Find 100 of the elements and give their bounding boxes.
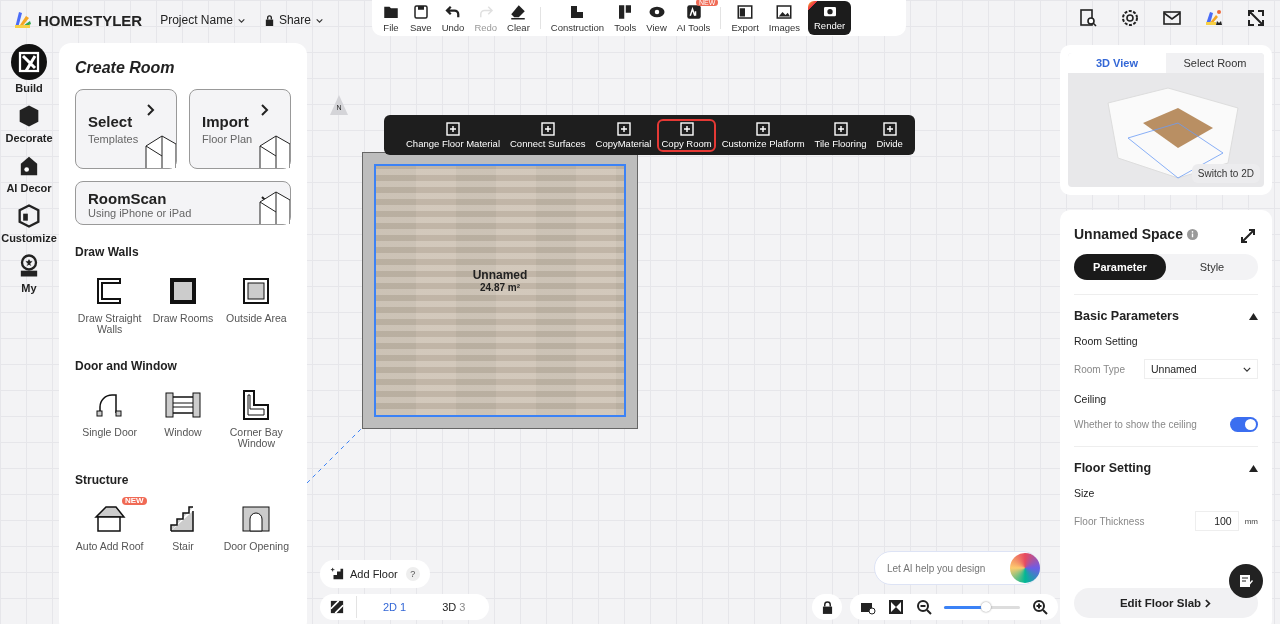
render-button[interactable]: Render: [808, 1, 852, 35]
section-title: Basic Parameters: [1074, 309, 1179, 323]
edit-floor-slab-button[interactable]: Edit Floor Slab: [1074, 588, 1258, 618]
room-name: Unnamed: [472, 268, 528, 282]
context-toolbar-button[interactable]: Divide: [872, 118, 907, 152]
tool-icon: [446, 121, 460, 136]
eraser-icon: [509, 3, 528, 21]
tool-item[interactable]: Outside Area: [221, 269, 291, 340]
context-toolbar-button[interactable]: Customize Platform: [717, 118, 809, 152]
preview-tab[interactable]: Select Room: [1166, 53, 1264, 73]
toolbar-button[interactable]: Export: [727, 3, 763, 33]
tool-item[interactable]: Draw Rooms: [148, 269, 218, 340]
zoom-slider[interactable]: [944, 605, 1020, 609]
ai-assistant-icon[interactable]: [1010, 553, 1040, 583]
save-icon: [411, 3, 430, 21]
brand-name: HOMESTYLER: [38, 11, 143, 29]
tool-icon: [756, 121, 771, 136]
collapse-icon[interactable]: [1249, 464, 1258, 472]
panel-title: Create Room: [75, 59, 176, 77]
settings-icon[interactable]: [1120, 8, 1140, 28]
nav-item[interactable]: AI Decor: [6, 152, 52, 194]
tool-item[interactable]: Window: [148, 383, 218, 454]
create-room-card[interactable]: Select Templates: [75, 89, 177, 169]
zoom-out-icon[interactable]: [916, 599, 932, 615]
toolbar-button[interactable]: Construction: [546, 3, 609, 33]
properties-tab[interactable]: Style: [1166, 254, 1258, 280]
export-icon: [736, 3, 755, 21]
expand-icon[interactable]: [1240, 228, 1256, 244]
share-button[interactable]: Share: [263, 13, 324, 27]
avatar-icon[interactable]: [1204, 8, 1224, 28]
note-pencil-icon: [1238, 573, 1254, 589]
context-toolbar-button[interactable]: Change Floor Material: [402, 118, 504, 152]
view-mode-tab[interactable]: 3D 3: [428, 601, 480, 613]
toolbar-button[interactable]: View: [642, 3, 671, 33]
room-area: 24.87 m²: [480, 282, 520, 293]
lock-icon[interactable]: [821, 600, 833, 614]
room-floor[interactable]: Unnamed 24.87 m²: [374, 164, 626, 417]
collapse-icon[interactable]: [1249, 312, 1258, 320]
preview-tab[interactable]: 3D View: [1068, 53, 1166, 73]
search-icon[interactable]: [1078, 8, 1098, 28]
field-label: Floor Thickness: [1074, 515, 1145, 527]
project-name-dropdown[interactable]: Project Name: [160, 13, 246, 27]
toolbar-button[interactable]: Save: [406, 3, 436, 33]
section-title: Draw Walls: [75, 245, 140, 259]
section-title: Floor Setting: [1074, 461, 1152, 475]
tool-item[interactable]: Corner Bay Window: [221, 383, 291, 454]
info-icon[interactable]: [1186, 228, 1198, 240]
tool-item[interactable]: NEW Auto Add Roof: [75, 497, 145, 557]
context-toolbar-button[interactable]: Connect Surfaces: [506, 118, 590, 152]
tool-icon: [882, 121, 897, 136]
tool-item[interactable]: Draw Straight Walls: [75, 269, 145, 340]
context-toolbar-button[interactable]: Copy Room: [657, 118, 716, 152]
room-walls[interactable]: Unnamed 24.87 m²: [362, 152, 638, 429]
nav-item[interactable]: Customize: [1, 202, 57, 244]
unit-label: mm: [1244, 516, 1258, 526]
switch-to-2d-button[interactable]: Switch to 2D: [1191, 164, 1260, 183]
help-button[interactable]: ?: [405, 567, 420, 581]
tool-item[interactable]: Stair: [148, 497, 218, 557]
field-label: Whether to show the ceiling: [1074, 419, 1197, 430]
zoom-in-icon[interactable]: [1032, 599, 1048, 615]
toolbar-button[interactable]: Undo: [437, 3, 469, 33]
setting-heading: Room Setting: [1074, 335, 1139, 347]
toolbar-button[interactable]: Clear: [503, 3, 534, 33]
room-type-select[interactable]: Unnamed: [1144, 359, 1258, 379]
tool-icon: [679, 121, 694, 136]
create-room-card[interactable]: Import Floor Plan: [189, 89, 291, 169]
tool-item[interactable]: Single Door: [75, 383, 145, 454]
stairs-plus-icon: [330, 567, 344, 581]
tool-icon: [616, 121, 631, 136]
tool-item[interactable]: Door Opening: [221, 497, 291, 557]
properties-tab[interactable]: Parameter: [1074, 254, 1166, 280]
nav-icon: [11, 44, 47, 80]
toolbar-button[interactable]: Tools: [610, 3, 641, 33]
context-toolbar-button[interactable]: CopyMaterial: [591, 118, 656, 152]
space-title: Unnamed Space: [1074, 226, 1183, 242]
field-label: Room Type: [1074, 363, 1125, 375]
context-toolbar-button[interactable]: Tile Flooring: [810, 118, 871, 152]
chevron-down-icon: [1243, 366, 1251, 372]
thickness-field[interactable]: 100: [1194, 511, 1239, 531]
nav-item[interactable]: Decorate: [5, 102, 53, 144]
fit-view-icon[interactable]: [888, 599, 904, 615]
zoom-slider-thumb[interactable]: [980, 601, 991, 612]
add-floor-button[interactable]: Add Floor: [330, 567, 398, 581]
fullscreen-icon[interactable]: [1246, 8, 1266, 28]
section-title: Structure: [75, 473, 130, 488]
nav-item[interactable]: My: [15, 252, 43, 294]
tool-icon: [540, 121, 555, 136]
tool-icon: [833, 121, 848, 136]
view-mode-tab[interactable]: 2D 1: [369, 601, 421, 613]
new-badge: NEW: [122, 497, 147, 506]
toolbar-button[interactable]: File: [378, 3, 404, 33]
nav-item[interactable]: Build: [11, 44, 47, 94]
floor-material-icon[interactable]: [330, 600, 344, 614]
ceiling-toggle[interactable]: [1230, 417, 1258, 432]
toolbar-button[interactable]: Images: [764, 3, 804, 33]
section-title: Door and Window: [75, 359, 178, 374]
mail-icon[interactable]: [1162, 8, 1182, 28]
setting-heading: Size: [1074, 487, 1096, 499]
setting-heading: Ceiling: [1074, 393, 1108, 405]
create-room-card[interactable]: RoomScan Using iPhone or iPad: [75, 181, 291, 225]
